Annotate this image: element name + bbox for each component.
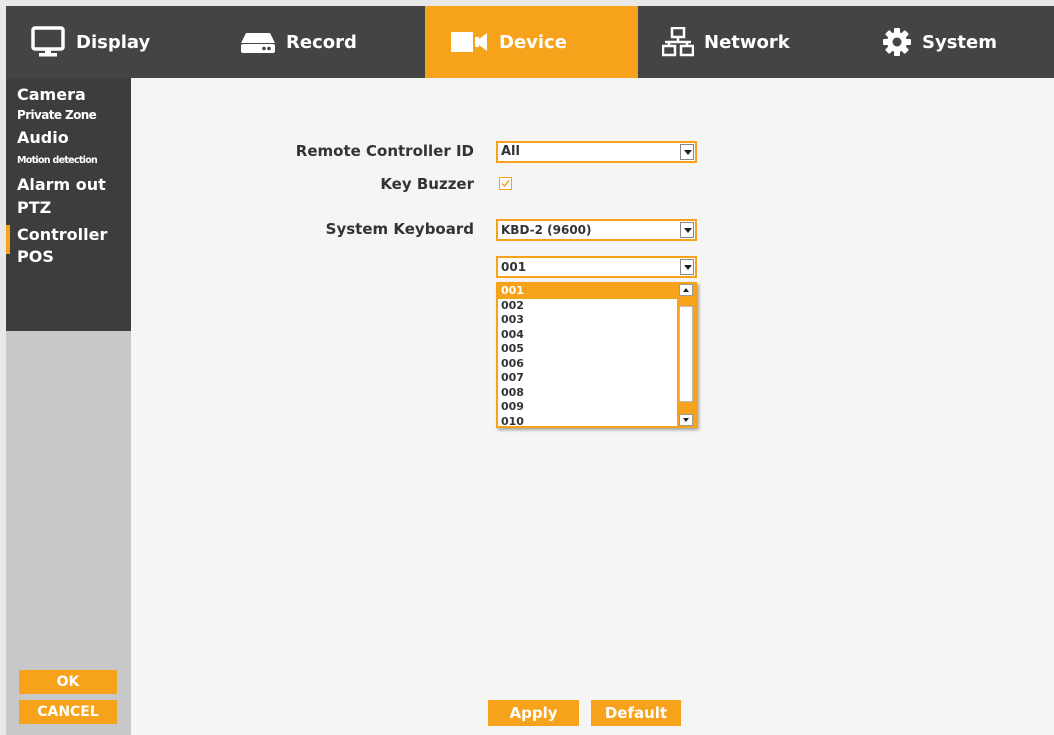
tab-system-label: System — [922, 31, 997, 53]
tab-system[interactable]: System — [848, 6, 1054, 78]
sidebar-menu: Camera Private Zone Audio Motion detecti… — [6, 78, 131, 331]
tab-display-label: Display — [76, 31, 151, 53]
dropdown-option[interactable]: 002 — [498, 299, 677, 314]
system-keyboard-select[interactable]: KBD-2 (9600) — [496, 219, 697, 241]
scroll-down-icon[interactable] — [679, 414, 693, 426]
system-keyboard-value: KBD-2 (9600) — [501, 223, 592, 237]
tab-network[interactable]: Network — [638, 6, 848, 78]
dropdown-option[interactable]: 007 — [498, 371, 677, 386]
tab-display[interactable]: Display — [6, 6, 212, 78]
network-icon — [662, 27, 694, 57]
top-nav-bar: Display Record Device Network System — [6, 6, 1054, 78]
tab-device-label: Device — [499, 31, 567, 53]
camera-icon — [451, 30, 489, 54]
sidebar-item-pos[interactable]: POS — [6, 248, 131, 279]
sidebar: Camera Private Zone Audio Motion detecti… — [6, 78, 131, 735]
dropdown-option[interactable]: 008 — [498, 386, 677, 401]
scroll-up-icon[interactable] — [679, 284, 693, 296]
key-buzzer-checkbox[interactable] — [499, 177, 512, 190]
dropdown-option[interactable]: 009 — [498, 400, 677, 415]
remote-controller-id-label: Remote Controller ID — [295, 142, 474, 160]
keyboard-id-select[interactable]: 001 — [496, 256, 697, 278]
apply-button[interactable]: Apply — [488, 700, 579, 726]
dropdown-option[interactable]: 005 — [498, 342, 677, 357]
dropdown-option[interactable]: 006 — [498, 357, 677, 372]
recorder-icon — [240, 29, 276, 55]
dropdown-options: 001 002 003 004 005 006 007 008 009 010 — [498, 284, 677, 427]
dropdown-option[interactable]: 001 — [498, 284, 677, 299]
remote-controller-id-value: All — [501, 144, 520, 159]
remote-controller-id-select[interactable]: All — [496, 141, 697, 163]
key-buzzer-label: Key Buzzer — [380, 175, 474, 193]
check-icon — [501, 180, 510, 188]
keyboard-id-value: 001 — [501, 260, 527, 274]
dropdown-option[interactable]: 004 — [498, 328, 677, 343]
monitor-icon — [30, 26, 66, 58]
tab-network-label: Network — [704, 31, 790, 53]
tab-device[interactable]: Device — [425, 6, 638, 78]
ok-button[interactable]: OK — [19, 670, 117, 694]
controller-settings-panel: Remote Controller ID All Key Buzzer Syst… — [131, 78, 1054, 735]
chevron-down-icon[interactable] — [680, 259, 694, 275]
system-keyboard-label: System Keyboard — [325, 220, 474, 238]
chevron-down-icon[interactable] — [680, 222, 694, 238]
tab-record-label: Record — [286, 31, 357, 53]
dropdown-option[interactable]: 003 — [498, 313, 677, 328]
dropdown-scrollbar[interactable] — [677, 284, 695, 426]
tab-record[interactable]: Record — [212, 6, 425, 78]
chevron-down-icon[interactable] — [680, 144, 694, 160]
keyboard-id-dropdown-list: 001 002 003 004 005 006 007 008 009 010 — [496, 282, 697, 428]
cancel-button[interactable]: CANCEL — [19, 700, 117, 724]
dropdown-option[interactable]: 010 — [498, 415, 677, 427]
default-button[interactable]: Default — [591, 700, 681, 726]
scrollbar-track[interactable] — [679, 306, 693, 402]
gear-icon — [882, 27, 912, 57]
